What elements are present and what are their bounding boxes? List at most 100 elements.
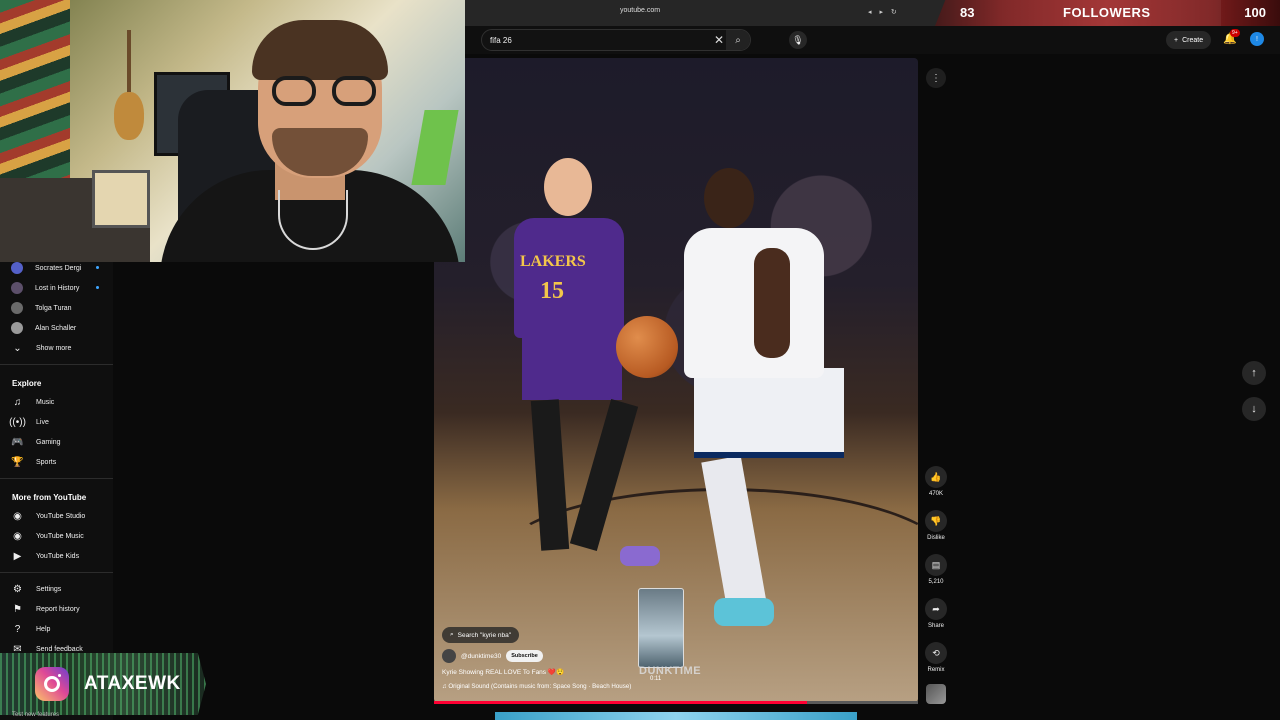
youtube-studio-icon: ◉	[13, 510, 22, 522]
search-button[interactable]: ⌕	[726, 30, 750, 50]
sidebar-item-music[interactable]: ♫ Music	[0, 392, 113, 412]
flag-icon: ⚑	[13, 603, 22, 615]
video-title[interactable]: Kyrie Showing REAL LOVE To Fans ❤️😲	[442, 668, 564, 676]
related-search-chip[interactable]: ⌕ Search "kyrie nba"	[442, 627, 520, 643]
mic-icon: 🎙	[792, 34, 804, 45]
channel-info: @dunktime30 Subscribe	[442, 649, 543, 663]
trophy-icon: 🏆	[11, 456, 24, 468]
show-more-button[interactable]: ⌄ Show more	[0, 338, 113, 358]
youtube-kids-icon: ▶	[13, 550, 22, 562]
sidebar-item-label: YouTube Music	[36, 532, 84, 540]
music-note-icon: ♫	[13, 396, 22, 408]
search-chip-label: Search "kyrie nba"	[457, 631, 512, 639]
previous-short-button[interactable]: ↑	[1242, 361, 1266, 385]
sidebar-item-gaming[interactable]: 🎮 Gaming	[0, 432, 113, 452]
search-input[interactable]: fifa 26	[490, 36, 512, 45]
share-icon: ➦	[925, 598, 947, 620]
next-short-peek	[495, 712, 857, 720]
address-bar[interactable]: youtube.com	[620, 7, 660, 14]
sidebar-item-settings[interactable]: ⚙ Settings	[0, 579, 113, 599]
sidebar-item-label: Send feedback	[36, 645, 83, 653]
instagram-handle: ATAXEWK	[84, 673, 181, 694]
bottom-note: Test new features	[12, 712, 60, 718]
sidebar-item-subscription[interactable]: Lost in History	[0, 278, 113, 298]
sidebar-item-help[interactable]: ? Help	[0, 619, 113, 639]
explore-heading: Explore	[12, 379, 42, 388]
divider	[0, 478, 113, 479]
more-options-button[interactable]: ⋮	[926, 68, 946, 88]
video-progress-fill	[434, 701, 807, 704]
sidebar-item-label: Music	[36, 398, 55, 406]
browser-icons[interactable]: ◂ ▸ ↻	[868, 8, 900, 16]
notifications-button[interactable]: 🔔 9+	[1223, 29, 1240, 45]
sidebar-item-label: Report history	[36, 605, 80, 613]
instagram-icon	[35, 667, 69, 701]
thumbs-down-icon: 👎	[925, 510, 947, 532]
more-from-youtube-heading: More from YouTube	[12, 493, 87, 502]
live-broadcast-icon: ((•))	[9, 416, 26, 428]
gear-icon: ⚙	[13, 583, 22, 595]
sidebar-item-label: YouTube Studio	[36, 512, 86, 520]
remix-button[interactable]: ⟲ Remix	[924, 642, 948, 673]
search-box[interactable]: fifa 26 ✕ ⌕	[481, 29, 751, 51]
channel-avatar[interactable]	[442, 649, 456, 663]
sound-label[interactable]: ♫ Original Sound (Contains music from: S…	[442, 683, 631, 690]
followers-current: 83	[960, 5, 975, 20]
sidebar-item-label: Help	[36, 625, 51, 633]
comments-button[interactable]: ▤ 5,210	[924, 554, 948, 585]
dislike-button[interactable]: 👎 Dislike	[924, 510, 948, 541]
guitar-image	[112, 30, 146, 150]
create-button[interactable]: + Create	[1166, 31, 1212, 49]
basketball	[616, 316, 678, 378]
sidebar-item-subscription[interactable]: Alan Schaller	[0, 318, 113, 338]
sidebar-item-label: YouTube Kids	[36, 552, 80, 560]
channel-name[interactable]: @dunktime30	[461, 653, 501, 660]
sidebar-item-label: Sports	[36, 458, 57, 466]
player-lakers: LAKERS 15	[494, 138, 660, 598]
chevron-down-icon: ⌄	[13, 342, 22, 354]
sidebar-item-label: Gaming	[36, 438, 61, 446]
arrow-up-icon: ↑	[1251, 367, 1257, 379]
subscribe-button[interactable]: Subscribe	[506, 650, 543, 662]
picture-frame	[92, 170, 150, 228]
like-count: 470K	[928, 491, 943, 497]
divider	[0, 364, 113, 365]
jersey-number: 15	[540, 278, 564, 304]
remix-icon: ⟲	[925, 642, 947, 664]
follower-goal-widget: 83 FOLLOWERS 100	[935, 0, 1280, 26]
sidebar-item-live[interactable]: ((•)) Live	[0, 412, 113, 432]
player-mavericks	[644, 168, 864, 648]
sidebar-item-report-history[interactable]: ⚑ Report history	[0, 599, 113, 619]
create-label: Create	[1182, 36, 1204, 44]
sidebar-item-youtube-kids[interactable]: ▶ YouTube Kids	[0, 546, 113, 566]
scrub-preview-time: 0:11	[650, 676, 662, 682]
like-button[interactable]: 👍 470K	[924, 466, 948, 497]
sidebar-item-label: Alan Schaller	[35, 324, 77, 332]
account-avatar[interactable]: !	[1250, 32, 1264, 46]
clear-search-icon[interactable]: ✕	[714, 33, 724, 47]
sidebar: Socrates Dergi Lost in History Tolga Tur…	[0, 258, 113, 720]
new-content-dot	[96, 286, 99, 289]
sidebar-item-subscription[interactable]: Tolga Turan	[0, 298, 113, 318]
voice-search-button[interactable]: 🎙	[789, 31, 807, 49]
sidebar-item-sports[interactable]: 🏆 Sports	[0, 452, 113, 472]
notification-badge: 9+	[1230, 29, 1240, 37]
channel-avatar	[11, 282, 23, 294]
channel-avatar	[11, 322, 23, 334]
instagram-overlay: ATAXEWK	[0, 653, 206, 715]
video-progress-bar[interactable]	[434, 701, 918, 704]
sidebar-item-youtube-music[interactable]: ◉ YouTube Music	[0, 526, 113, 546]
plus-icon: +	[1174, 36, 1179, 44]
more-vert-icon: ⋮	[931, 72, 941, 84]
screen: youtube.com ◂ ▸ ↻ 83 FOLLOWERS 100 fifa …	[0, 0, 1280, 720]
new-content-dot	[96, 266, 99, 269]
sidebar-item-label: Tolga Turan	[35, 304, 72, 312]
sidebar-item-label: Settings	[36, 585, 62, 593]
next-short-button[interactable]: ↓	[1242, 397, 1266, 421]
webcam-overlay	[0, 0, 465, 262]
gamepad-icon: 🎮	[11, 436, 24, 448]
share-button[interactable]: ➦ Share	[924, 598, 948, 629]
sidebar-item-youtube-studio[interactable]: ◉ YouTube Studio	[0, 506, 113, 526]
remix-label: Remix	[927, 667, 945, 673]
sound-thumbnail[interactable]	[926, 684, 946, 704]
